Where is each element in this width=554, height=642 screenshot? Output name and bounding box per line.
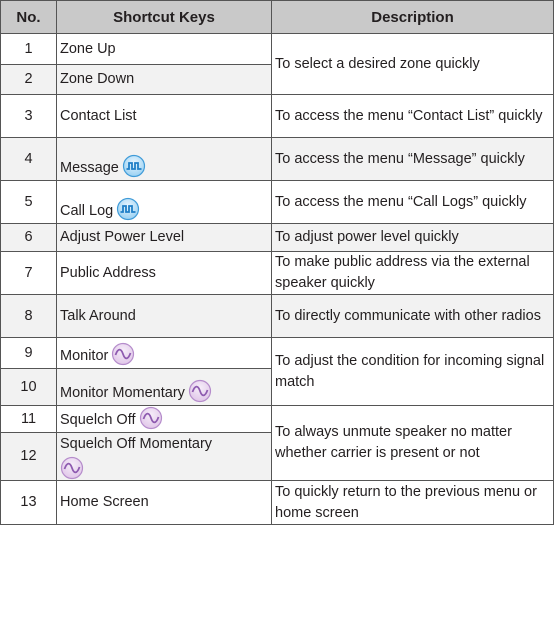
analog-mode-icon <box>60 456 84 480</box>
table-header-row: No. Shortcut Keys Description <box>0 0 554 34</box>
shortcut-key: Public Address <box>56 251 272 295</box>
row-number: 3 <box>0 94 57 138</box>
description: To access the menu “Call Logs” quickly <box>271 180 554 224</box>
shortcut-key: Squelch Off Momentary <box>60 435 213 452</box>
row-number: 12 <box>0 432 57 481</box>
row-number: 5 <box>0 180 57 224</box>
header-no: No. <box>0 0 57 34</box>
shortcut-key-cell: Monitor <box>56 337 272 369</box>
row-number: 11 <box>0 405 57 433</box>
header-description: Description <box>271 0 554 34</box>
table-row: 7 Public Address To make public address … <box>0 251 554 295</box>
row-number: 10 <box>0 368 57 406</box>
shortcut-key-cell: Monitor Momentary <box>56 368 272 406</box>
description: To always unmute speaker no matter wheth… <box>271 405 554 481</box>
table-row: 8 Talk Around To directly communicate wi… <box>0 294 554 338</box>
row-number: 9 <box>0 337 57 369</box>
table-row: 6 Adjust Power Level To adjust power lev… <box>0 223 554 252</box>
table-row: 4 Message To access the menu “Message” q… <box>0 137 554 181</box>
shortcut-key-cell: Call Log <box>56 180 272 224</box>
description: To access the menu “Contact List” quickl… <box>271 94 554 138</box>
description: To adjust power level quickly <box>271 223 554 252</box>
table-row: 1 Zone Up To select a desired zone quick… <box>0 33 554 95</box>
shortcut-key: Call Log <box>60 203 114 219</box>
row-number: 7 <box>0 251 57 295</box>
description: To quickly return to the previous menu o… <box>271 480 554 525</box>
description: To access the menu “Message” quickly <box>271 137 554 181</box>
row-number: 1 <box>0 33 57 65</box>
shortcut-key: Zone Up <box>56 33 272 65</box>
digital-mode-icon <box>122 154 146 178</box>
shortcut-key: Squelch Off <box>60 412 136 428</box>
table-row: 11 Squelch Off To always unmute speaker … <box>0 405 554 481</box>
description: To adjust the condition for incoming sig… <box>271 337 554 406</box>
shortcut-key: Adjust Power Level <box>56 223 272 252</box>
shortcut-key: Monitor Momentary <box>60 385 185 401</box>
shortcut-key: Zone Down <box>56 64 272 95</box>
shortcut-key: Talk Around <box>56 294 272 338</box>
row-number: 13 <box>0 480 57 525</box>
description: To directly communicate with other radio… <box>271 294 554 338</box>
shortcut-key-cell: Message <box>56 137 272 181</box>
header-shortcut-keys: Shortcut Keys <box>56 0 272 34</box>
shortcut-keys-table: No. Shortcut Keys Description 1 Zone Up … <box>0 0 554 525</box>
row-number: 2 <box>0 64 57 95</box>
shortcut-key-cell: Squelch Off <box>56 405 272 433</box>
shortcut-key: Home Screen <box>56 480 272 525</box>
shortcut-key: Message <box>60 160 119 176</box>
analog-mode-icon <box>111 342 135 366</box>
shortcut-key: Contact List <box>56 94 272 138</box>
shortcut-key: Monitor <box>60 348 109 364</box>
description: To select a desired zone quickly <box>271 33 554 95</box>
description: To make public address via the external … <box>271 251 554 295</box>
row-number: 6 <box>0 223 57 252</box>
analog-mode-icon <box>139 406 163 430</box>
shortcut-key-cell: Squelch Off Momentary <box>56 432 272 481</box>
table-row: 3 Contact List To access the menu “Conta… <box>0 94 554 138</box>
row-number: 8 <box>0 294 57 338</box>
row-number: 4 <box>0 137 57 181</box>
analog-mode-icon <box>188 379 212 403</box>
digital-mode-icon <box>116 197 140 221</box>
table-row: 9 Monitor To adjust the condition for in… <box>0 337 554 406</box>
table-row: 5 Call Log To access the menu “Call Logs… <box>0 180 554 224</box>
table-row: 13 Home Screen To quickly return to the … <box>0 480 554 525</box>
